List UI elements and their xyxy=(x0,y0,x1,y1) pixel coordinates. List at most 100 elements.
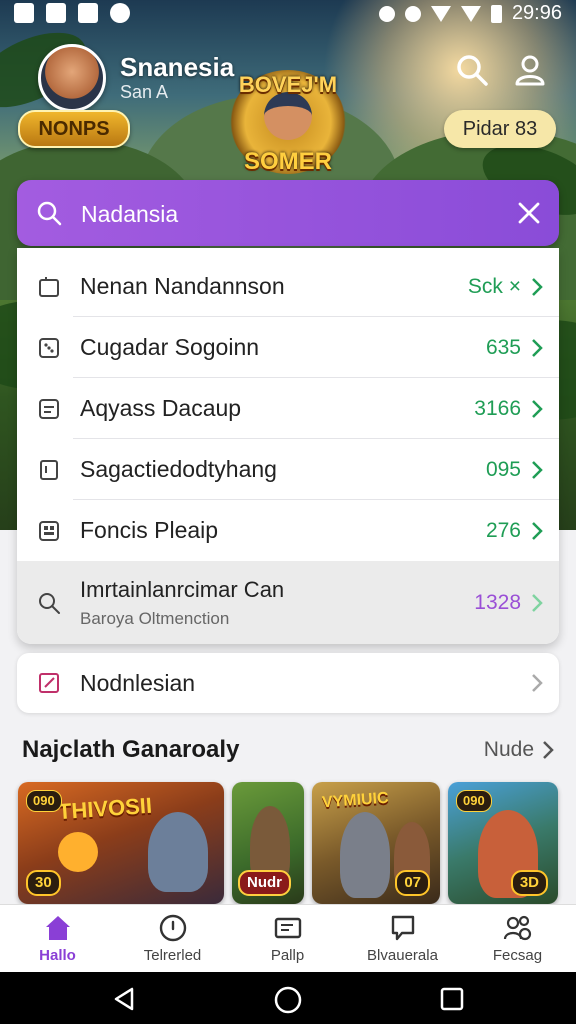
nav-item-social[interactable]: Fecsag xyxy=(460,905,575,973)
game-score: 07 xyxy=(395,870,430,896)
section-title: Najclath Ganaroaly xyxy=(22,736,240,763)
search-icon[interactable] xyxy=(454,52,490,88)
promo-pill[interactable]: Pidar 83 xyxy=(444,110,556,148)
game-tag: 090 xyxy=(26,790,62,812)
game-character xyxy=(340,812,390,898)
battery-icon xyxy=(490,4,502,23)
result-sublabel: Baroya Oltmenction xyxy=(80,609,230,628)
chevron-right-icon xyxy=(543,741,554,759)
result-label: Imrtainlanrcimar Can xyxy=(80,577,285,602)
result-item[interactable]: Foncis Pleaip 276 xyxy=(17,501,559,561)
back-icon[interactable] xyxy=(112,986,138,1012)
notification-icon xyxy=(46,3,66,23)
bluetooth-icon xyxy=(378,5,395,22)
game-carousel: THIVOSII 090 30 Nudr VYMIUIC 07 090 3D xyxy=(18,782,558,904)
logo-text-top: BOVEJ'M xyxy=(238,72,338,97)
nav-label: Telrerled xyxy=(143,947,202,964)
nav-item-explore[interactable]: Telrerled xyxy=(115,905,230,973)
close-icon[interactable] xyxy=(515,199,543,227)
result-value: 1328 xyxy=(474,591,521,614)
bonus-badge[interactable]: NONPS xyxy=(18,110,130,148)
game-character xyxy=(148,812,208,892)
divider xyxy=(73,438,559,439)
nav-label: Hallo xyxy=(39,947,76,964)
avatar[interactable] xyxy=(38,44,106,112)
chevron-right-icon xyxy=(532,461,543,479)
result-label: Nenan Nandannson xyxy=(80,273,285,299)
chevron-right-icon xyxy=(532,522,543,540)
user-subtitle: San A xyxy=(120,82,169,102)
profile-icon[interactable] xyxy=(512,52,548,88)
nav-item-tickets[interactable]: Pallp xyxy=(230,905,345,973)
grid-icon xyxy=(39,521,59,541)
card-icon xyxy=(39,399,59,419)
game-card[interactable]: 090 3D xyxy=(448,782,558,904)
divider xyxy=(73,499,559,500)
result-item[interactable]: Aqyass Dacaup 3166 xyxy=(17,379,559,439)
game-tag: 090 xyxy=(456,790,492,812)
divider xyxy=(73,377,559,378)
search-bar xyxy=(17,180,559,246)
result-label: Sagactiedodtyhang xyxy=(80,456,277,482)
see-more-link[interactable]: Nude xyxy=(484,738,554,762)
nav-item-home[interactable]: Hallo xyxy=(0,905,115,973)
nav-label: Pallp xyxy=(270,947,305,964)
chevron-right-icon xyxy=(532,674,543,692)
logo-text-bottom: SOMER xyxy=(243,148,332,175)
chevron-right-icon xyxy=(532,400,543,418)
notification-icon xyxy=(110,3,130,23)
search-icon xyxy=(37,201,62,226)
bottom-navigation: Hallo Telrerled Pallp Blvauerala Fecsag xyxy=(0,904,576,973)
chevron-right-icon xyxy=(532,594,543,612)
system-navigation-bar xyxy=(0,972,576,1024)
see-more-label: Nude xyxy=(483,738,534,761)
username: Snanesia xyxy=(120,52,235,82)
result-value: 276 xyxy=(485,519,521,542)
result-value: 095 xyxy=(485,458,521,481)
suggestion-card[interactable]: Nodnlesian xyxy=(17,653,559,713)
search-icon xyxy=(39,593,60,614)
result-value: 635 xyxy=(485,336,521,359)
system-icons: 29:96 xyxy=(378,2,562,25)
game-score: 30 xyxy=(26,870,61,896)
result-value: 3166 xyxy=(474,397,521,420)
clock: 29:96 xyxy=(511,2,562,24)
result-label: Cugadar Sogoinn xyxy=(80,334,260,360)
result-value: Sck × xyxy=(467,275,521,298)
chat-icon xyxy=(391,915,415,941)
document-icon xyxy=(40,460,58,480)
game-card[interactable]: Nudr xyxy=(232,782,304,904)
result-item-highlighted[interactable]: Imrtainlanrcimar Can Baroya Oltmenction … xyxy=(17,561,559,644)
chevron-right-icon xyxy=(532,339,543,357)
game-card[interactable]: VYMIUIC 07 xyxy=(312,782,440,904)
game-fire xyxy=(58,832,98,872)
search-input[interactable] xyxy=(79,194,503,234)
game-title: THIVOSII xyxy=(57,792,153,825)
game-card[interactable]: THIVOSII 090 30 xyxy=(18,782,224,904)
game-score: 3D xyxy=(510,870,548,896)
ticket-icon xyxy=(274,917,302,939)
logo-character xyxy=(264,92,312,140)
chevron-right-icon xyxy=(532,278,543,296)
result-label: Aqyass Dacaup xyxy=(80,395,242,421)
people-icon xyxy=(503,915,532,941)
result-item[interactable]: Cugadar Sogoinn 635 xyxy=(17,318,559,378)
compass-icon xyxy=(159,914,187,942)
card-label: Nodnlesian xyxy=(80,670,196,696)
game-logo: BOVEJ'M SOMER xyxy=(222,70,354,180)
dnd-icon xyxy=(404,5,421,22)
notification-icon xyxy=(14,3,34,23)
edit-icon xyxy=(39,673,59,693)
result-item[interactable]: Nenan Nandannson Sck × xyxy=(17,257,559,317)
dice-icon xyxy=(39,338,59,358)
nav-item-chat[interactable]: Blvauerala xyxy=(345,905,460,973)
nav-label: Fecsag xyxy=(492,947,543,964)
recents-icon[interactable] xyxy=(440,987,464,1011)
notification-icon xyxy=(78,3,98,23)
search-results: Nenan Nandannson Sck × Cugadar Sogoinn 6… xyxy=(17,248,559,644)
home-button-icon[interactable] xyxy=(273,985,303,1015)
status-bar: 29:96 xyxy=(0,0,576,28)
game-title: VYMIUIC xyxy=(321,789,390,812)
nav-label: Blvauerala xyxy=(367,947,438,964)
result-item[interactable]: Sagactiedodtyhang 095 xyxy=(17,440,559,500)
